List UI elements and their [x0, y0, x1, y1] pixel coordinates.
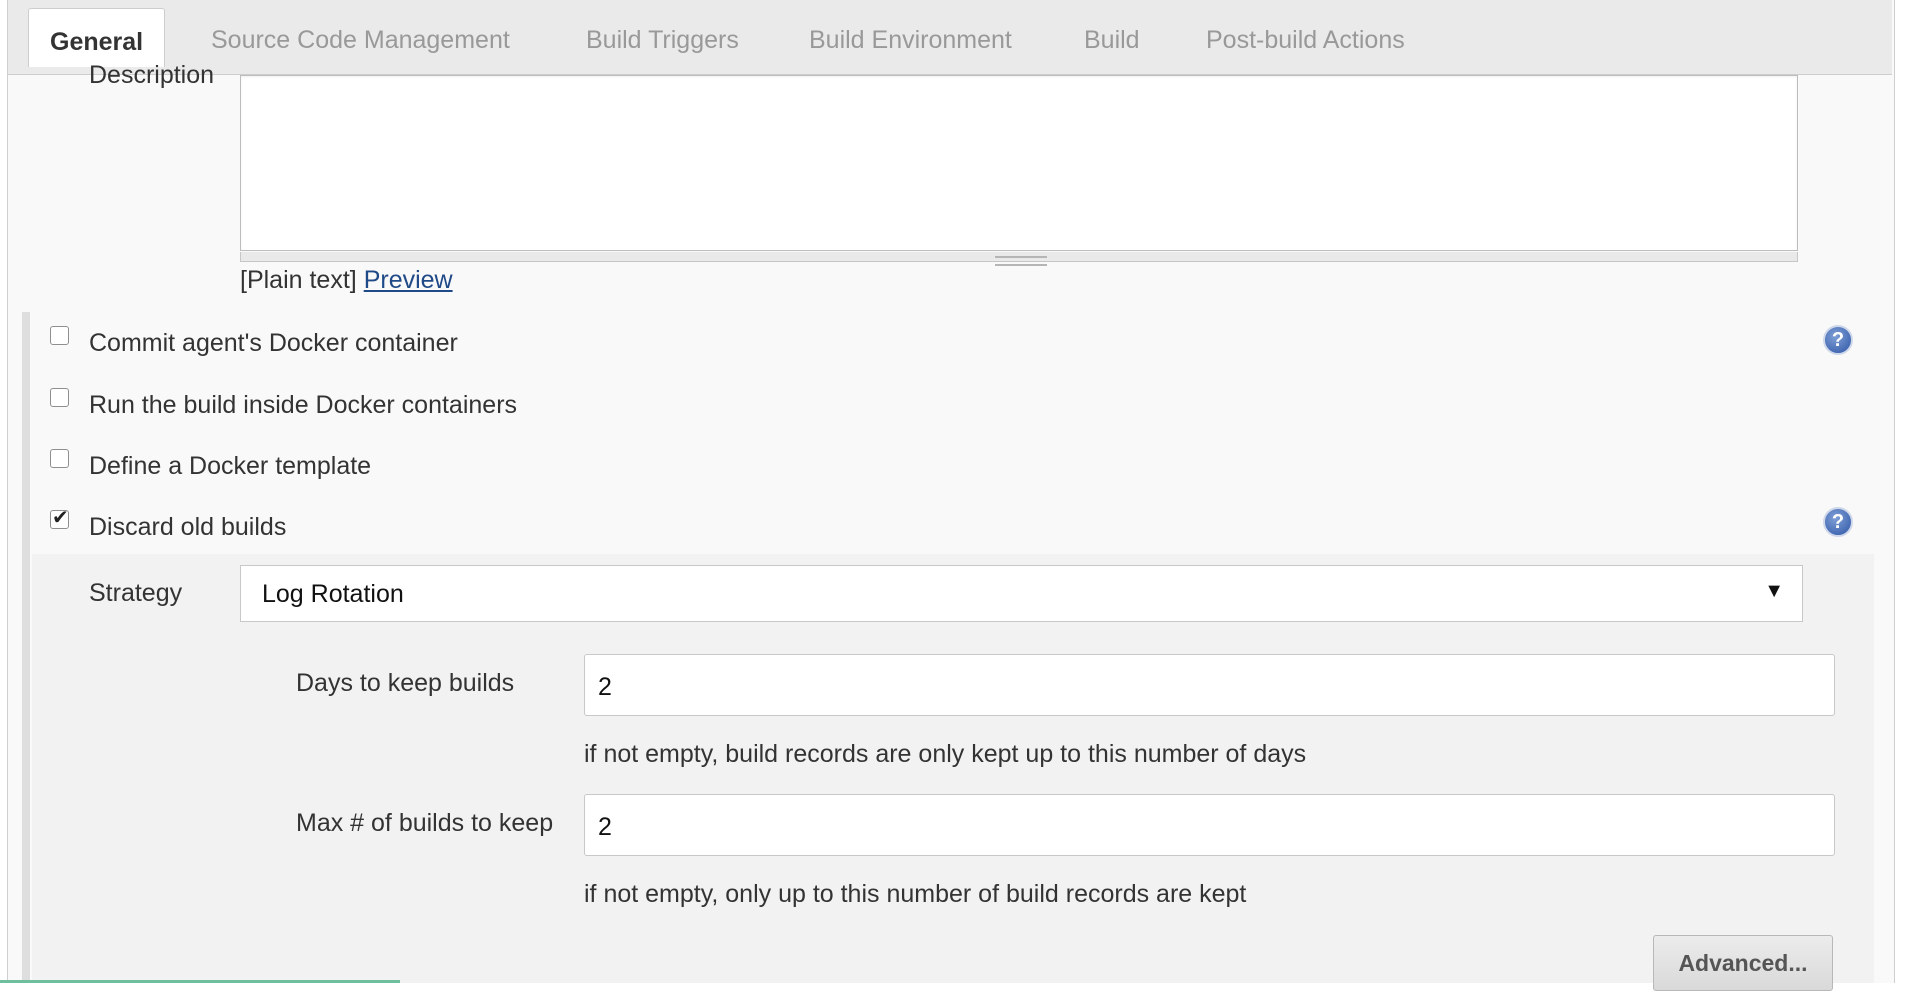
- days-to-keep-label: Days to keep builds: [296, 669, 515, 697]
- option-label: Define a Docker template: [89, 452, 372, 480]
- help-icon[interactable]: ?: [1823, 325, 1853, 355]
- chevron-down-icon: ▼: [1764, 580, 1784, 602]
- strategy-value: Log Rotation: [262, 580, 404, 608]
- tab-build-environment[interactable]: Build Environment: [809, 26, 1012, 55]
- run-inside-docker-checkbox[interactable]: [50, 388, 69, 407]
- description-label: Description: [89, 61, 215, 89]
- option-label: Commit agent's Docker container: [89, 329, 458, 357]
- option-label: Run the build inside Docker containers: [89, 391, 518, 419]
- tab-bar: General Source Code Management Build Tri…: [8, 0, 1892, 75]
- strategy-select[interactable]: Log Rotation ▼: [240, 565, 1803, 622]
- max-builds-input[interactable]: 2: [584, 794, 1835, 856]
- max-builds-value: 2: [598, 813, 612, 841]
- tab-post-build-actions[interactable]: Post-build Actions: [1206, 26, 1405, 55]
- days-to-keep-hint: if not empty, build records are only kep…: [584, 740, 1307, 768]
- tab-source-code-management[interactable]: Source Code Management: [211, 26, 510, 55]
- days-to-keep-value: 2: [598, 673, 612, 701]
- define-docker-template-checkbox[interactable]: [50, 449, 69, 468]
- check-icon: ✔: [52, 507, 69, 529]
- help-icon[interactable]: ?: [1823, 507, 1853, 537]
- tab-build[interactable]: Build: [1084, 26, 1140, 55]
- max-builds-label: Max # of builds to keep: [296, 809, 554, 837]
- days-to-keep-input[interactable]: 2: [584, 654, 1835, 716]
- option-label: Discard old builds: [89, 513, 287, 541]
- section-indent-bar: [22, 312, 30, 983]
- discard-old-builds-checkbox[interactable]: ✔: [50, 507, 69, 529]
- tab-build-triggers[interactable]: Build Triggers: [586, 26, 739, 55]
- resize-grip-icon[interactable]: [995, 256, 1047, 266]
- strategy-label: Strategy: [89, 579, 183, 607]
- markup-formatter-note: [Plain text] Preview: [240, 266, 453, 295]
- description-textarea[interactable]: [240, 75, 1798, 251]
- max-builds-hint: if not empty, only up to this number of …: [584, 880, 1247, 908]
- commit-docker-container-checkbox[interactable]: [50, 326, 69, 345]
- plain-text-label: [Plain text]: [240, 266, 357, 294]
- preview-link[interactable]: Preview: [364, 266, 453, 294]
